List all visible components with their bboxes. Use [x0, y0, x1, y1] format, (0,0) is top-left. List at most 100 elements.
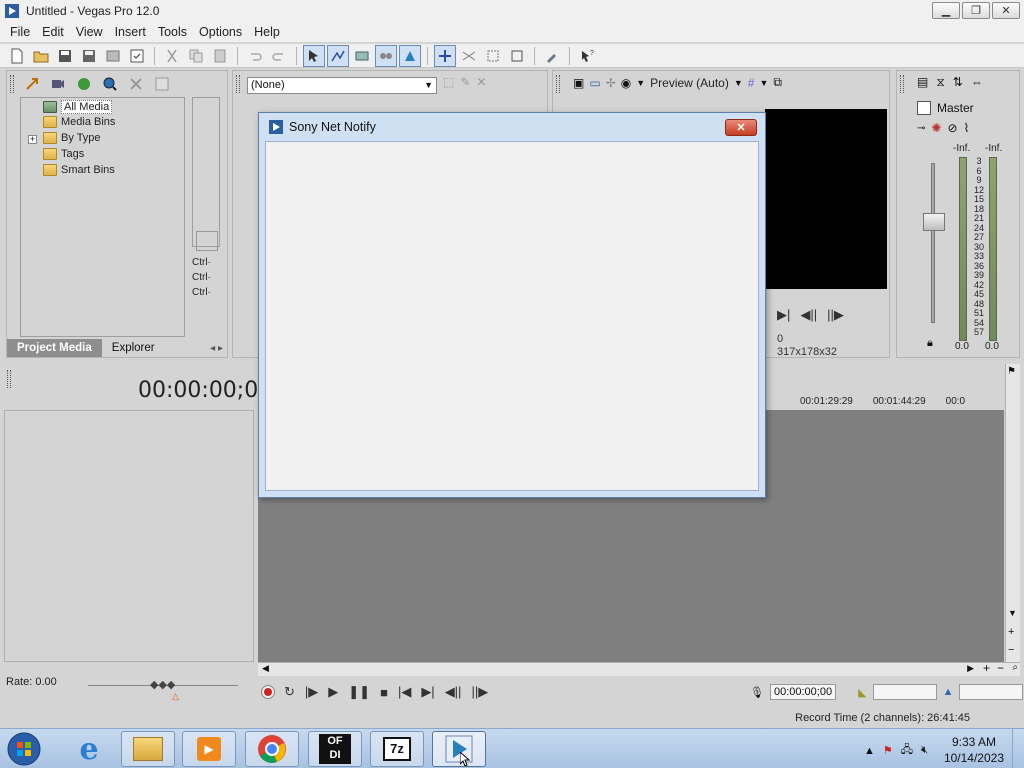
tree-item-tags[interactable]: Tags	[43, 148, 84, 160]
trimmer-media-select[interactable]: (None) ▼	[247, 77, 437, 94]
playback-rate-knob[interactable]: ◆◆◆ △	[150, 678, 179, 702]
taskbar-file-explorer[interactable]	[121, 731, 175, 767]
undo-icon[interactable]	[244, 45, 266, 67]
auto-ripple-icon[interactable]	[375, 44, 397, 67]
import-media-icon[interactable]	[21, 73, 43, 95]
downmix-icon[interactable]: ⧖	[936, 75, 944, 90]
close-window-button[interactable]: ✕	[992, 2, 1020, 19]
selection-tool-icon[interactable]	[506, 45, 528, 67]
previous-frame-icon[interactable]: ◀||	[800, 307, 817, 323]
cursor-time-value[interactable]: 00:00:00;00	[769, 684, 837, 700]
project-properties-icon[interactable]: ▣	[573, 76, 584, 90]
go-to-end-icon[interactable]: ▶|	[421, 684, 434, 700]
meter-options-icon[interactable]: ⇔	[971, 75, 983, 90]
play-from-start-icon[interactable]: |▶	[305, 684, 318, 700]
normal-edit-tool-icon[interactable]	[303, 44, 325, 67]
save-as-icon[interactable]	[78, 45, 100, 67]
stop-icon[interactable]: ■	[380, 685, 388, 700]
copy-icon[interactable]	[185, 45, 207, 67]
zoom-tool-icon[interactable]: ⌕	[1012, 662, 1018, 673]
mute-icon[interactable]: ⊘	[947, 121, 957, 135]
snapping-icon[interactable]	[434, 44, 456, 67]
taskbar-7zip[interactable]: 7z	[370, 731, 424, 767]
preview-fx-icon[interactable]: ✢	[606, 76, 616, 90]
lock-envelopes-icon[interactable]	[399, 44, 421, 67]
ignore-grouping-icon[interactable]	[482, 45, 504, 67]
whats-this-help-icon[interactable]: ?	[576, 45, 598, 67]
next-frame-icon[interactable]: ||▶	[471, 684, 488, 700]
split-icon[interactable]	[351, 45, 373, 67]
redo-icon[interactable]	[268, 45, 290, 67]
loop-region-start[interactable]	[872, 684, 937, 700]
search-icon[interactable]	[99, 73, 121, 95]
record-icon[interactable]	[261, 685, 275, 699]
cut-icon[interactable]	[161, 45, 183, 67]
panel-grip[interactable]	[556, 75, 560, 93]
menu-options[interactable]: Options	[193, 25, 248, 39]
tree-item-all-media[interactable]: All Media	[43, 100, 113, 114]
scroll-down-icon[interactable]: ▼	[1008, 608, 1017, 618]
start-button[interactable]	[4, 731, 44, 767]
taskbar-ofdi-app[interactable]: OF DI	[308, 731, 362, 767]
taskbar-media-player[interactable]: ▶	[182, 731, 236, 767]
external-monitor-icon[interactable]: ▭	[589, 76, 600, 90]
lock-meter-icon[interactable]: ⇅	[953, 75, 963, 90]
play-icon[interactable]: ▶	[328, 684, 338, 700]
panel-grip[interactable]	[7, 370, 11, 388]
brush-icon[interactable]	[541, 45, 563, 67]
tab-project-media[interactable]: Project Media	[7, 339, 102, 357]
loop-playback-icon[interactable]: ↻	[284, 684, 295, 700]
split-screen-icon[interactable]: ◉	[621, 76, 631, 90]
zoom-in-vertical-icon[interactable]: +	[1008, 626, 1014, 638]
trimmer-marker-icon[interactable]: ✎	[460, 75, 470, 89]
chevron-down-icon[interactable]: ▼	[759, 78, 768, 88]
filter-icon[interactable]	[196, 231, 218, 251]
menu-help[interactable]: Help	[248, 25, 286, 39]
network-icon[interactable]: 🖧︎	[901, 741, 913, 760]
panel-grip[interactable]	[10, 75, 14, 93]
media-properties-icon[interactable]	[151, 73, 173, 95]
menu-insert[interactable]: Insert	[109, 25, 152, 39]
vertical-scrollbar[interactable]: ⚑ ▼ + −	[1005, 364, 1020, 676]
zoom-in-icon[interactable]: +	[983, 661, 990, 675]
paste-icon[interactable]	[209, 45, 231, 67]
system-clock[interactable]: 9:33 AM 10/14/2023	[944, 734, 1004, 766]
envelope-tool-icon[interactable]	[327, 44, 349, 67]
expand-by-type-button[interactable]: +	[28, 135, 37, 144]
properties-icon[interactable]	[126, 45, 148, 67]
horizontal-scrollbar[interactable]: ◀ ▶ + − ⌕	[258, 661, 1020, 676]
taskbar-internet-explorer[interactable]: e	[62, 731, 116, 767]
zoom-out-icon[interactable]: −	[997, 661, 1004, 675]
menu-tools[interactable]: Tools	[152, 25, 193, 39]
chevron-down-icon[interactable]: ▼	[636, 78, 645, 88]
solo-icon[interactable]: ⌇	[964, 121, 970, 135]
tab-scroll-arrows[interactable]: ◂ ▸	[210, 343, 227, 354]
lock-icon[interactable]: 🔒︎	[927, 337, 933, 350]
menu-file[interactable]: File	[4, 25, 36, 39]
dialog-close-button[interactable]: ✕	[725, 119, 757, 136]
preview-quality-label[interactable]: Preview (Auto)	[650, 76, 729, 90]
auto-crossfade-icon[interactable]	[458, 45, 480, 67]
master-fader-knob[interactable]	[923, 213, 945, 231]
volume-muted-icon[interactable]: 🔇︎	[921, 744, 928, 757]
go-to-start-icon[interactable]: |◀	[398, 684, 411, 700]
scroll-left-icon[interactable]: ◀	[262, 663, 269, 674]
menu-view[interactable]: View	[70, 25, 109, 39]
tree-item-by-type[interactable]: By Type	[43, 132, 101, 144]
show-desktop-button[interactable]	[1012, 729, 1024, 768]
show-hidden-icons-icon[interactable]: ▲	[864, 745, 875, 757]
master-fader-track[interactable]	[931, 163, 935, 323]
loop-region-length[interactable]	[959, 684, 1024, 700]
tree-item-media-bins[interactable]: Media Bins	[43, 116, 115, 128]
panel-grip[interactable]	[236, 75, 240, 93]
add-to-timeline-icon[interactable]: ⬚	[443, 75, 454, 89]
overlays-icon[interactable]: #	[748, 76, 755, 90]
next-frame-icon[interactable]: ||▶	[827, 307, 844, 323]
marker-icon[interactable]: ⚑	[1007, 366, 1016, 377]
minimize-button[interactable]: ▁	[932, 2, 960, 19]
master-properties-icon[interactable]: ▤	[917, 75, 928, 90]
trimmer-clear-icon[interactable]: ✕	[476, 75, 486, 89]
pause-icon[interactable]: ❚❚	[348, 684, 370, 700]
taskbar-chrome[interactable]	[245, 731, 299, 767]
capture-video-icon[interactable]	[47, 73, 69, 95]
